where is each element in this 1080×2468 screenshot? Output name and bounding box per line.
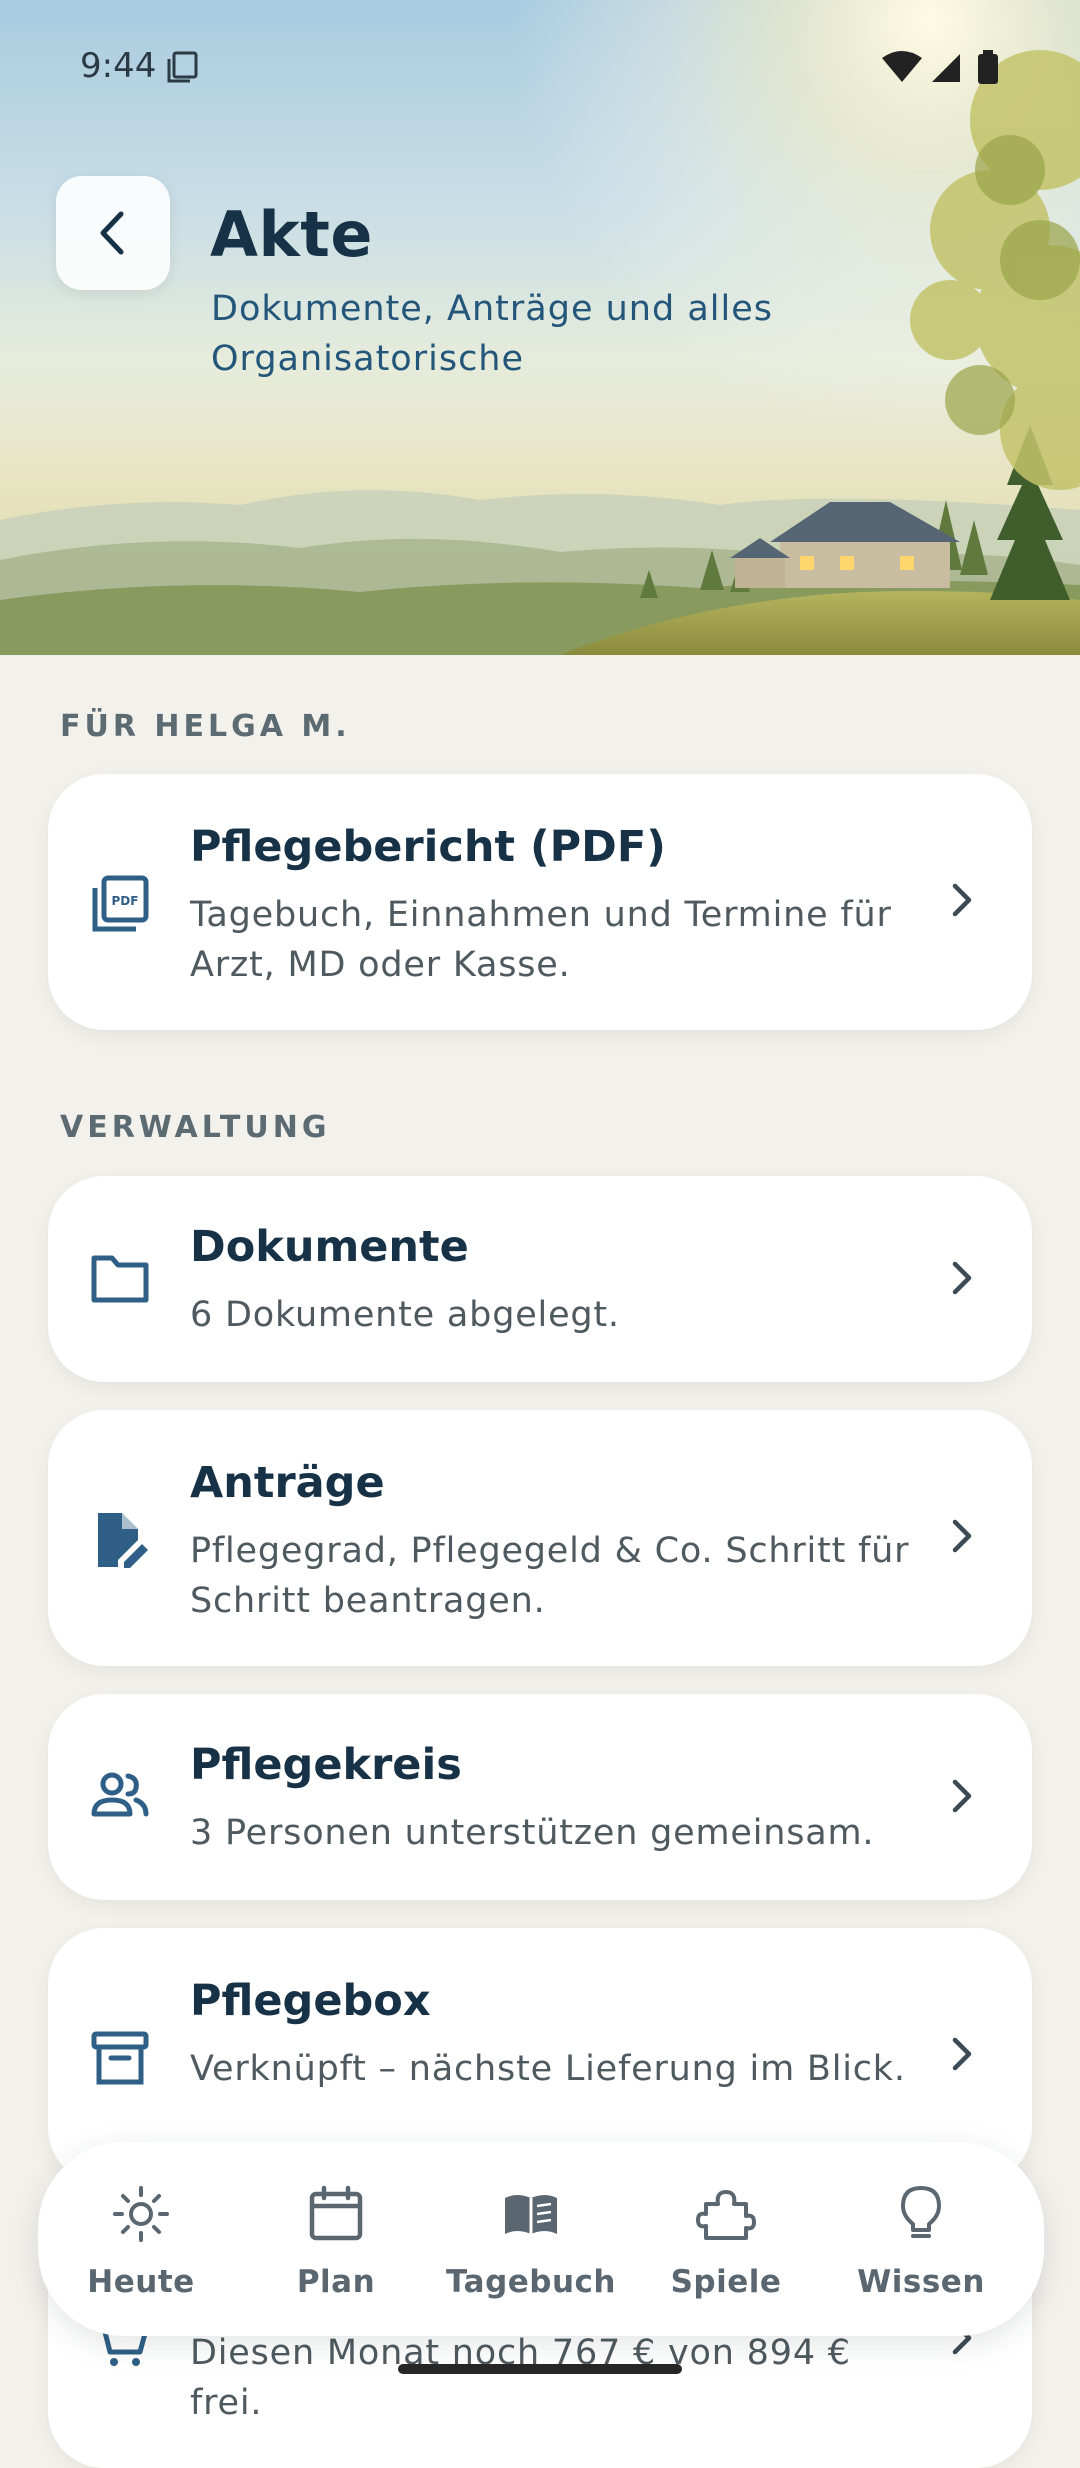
card-description: Verknüpft – nächste Lieferung im Blick. [190,2049,906,2089]
nav-label: Wissen [857,2264,985,2300]
nav-label: Tagebuch [446,2264,616,2300]
card-title: Anträge [190,1458,385,1508]
people-icon [90,1768,150,1828]
puzzle-icon [696,2190,756,2240]
card-dokumente[interactable]: Dokumente 6 Dokumente abgelegt. [48,1176,1032,1382]
chevron-right-icon [950,2034,974,2078]
folder-icon [90,1250,150,1310]
section-label-person: FÜR HELGA M. [60,709,351,744]
status-icons [882,50,1010,90]
nav-item-tagebuch[interactable]: Tagebuch [436,2142,626,2336]
card-title: Dokumente [190,1222,469,1272]
chevron-right-icon [950,1258,974,1302]
calendar-icon [309,2185,363,2241]
home-indicator[interactable] [398,2364,682,2374]
page-title: Akte [210,198,373,271]
nav-item-plan[interactable]: Plan [241,2142,431,2336]
nav-label: Heute [87,2264,195,2300]
bottom-navigation: Heute Plan Tagebuch Spiele Wissen [38,2142,1044,2336]
card-description: 6 Dokumente abgelegt. [190,1295,620,1335]
card-title: Pflegebericht (PDF) [190,822,666,872]
chevron-right-icon [950,880,974,924]
section-label-verwaltung: VERWALTUNG [60,1110,331,1145]
card-pflegebericht[interactable]: PDF Pflegebericht (PDF) Tagebuch, Einnah… [48,774,1032,1030]
card-description: Tagebuch, Einnahmen und Termine für Arzt… [190,895,892,985]
pdf-icon: PDF [90,874,150,938]
card-title: Pflegebox [190,1976,431,2026]
card-description: Pflegegrad, Pflegegeld & Co. Schritt für… [190,1531,910,1621]
document-edit-icon [90,1510,150,1574]
sun-icon [113,2186,169,2242]
nav-item-wissen[interactable]: Wissen [826,2142,1016,2336]
screen-notification-icon [166,50,200,88]
card-title: Pflegekreis [190,1740,462,1790]
card-description: Diesen Monat noch 767 € von 894 € frei. [190,2333,851,2423]
back-button[interactable] [56,176,170,290]
chevron-left-icon [100,211,124,255]
card-antraege[interactable]: Anträge Pflegegrad, Pflegegeld & Co. Sch… [48,1410,1032,1666]
chevron-right-icon [950,1776,974,1820]
nav-label: Spiele [670,2264,782,2300]
wifi-signal-battery-icon [882,50,998,84]
archive-box-icon [90,2028,150,2092]
nav-item-spiele[interactable]: Spiele [631,2142,821,2336]
page-subtitle: Dokumente, Anträge und alles Organisator… [211,289,773,379]
svg-text:PDF: PDF [112,894,139,908]
nav-label: Plan [296,2264,376,2300]
header-hero: 9:44 Akte Dokumente, Anträge und alles O… [0,0,1080,655]
status-time: 9:44 [80,46,157,86]
card-description: 3 Personen unterstützen gemeinsam. [190,1813,875,1853]
card-pflegekreis[interactable]: Pflegekreis 3 Personen unterstützen geme… [48,1694,1032,1900]
status-bar: 9:44 [0,0,1080,135]
lightbulb-icon [901,2186,941,2238]
book-icon [505,2195,557,2234]
nav-item-heute[interactable]: Heute [46,2142,236,2336]
chevron-right-icon [950,1516,974,1560]
